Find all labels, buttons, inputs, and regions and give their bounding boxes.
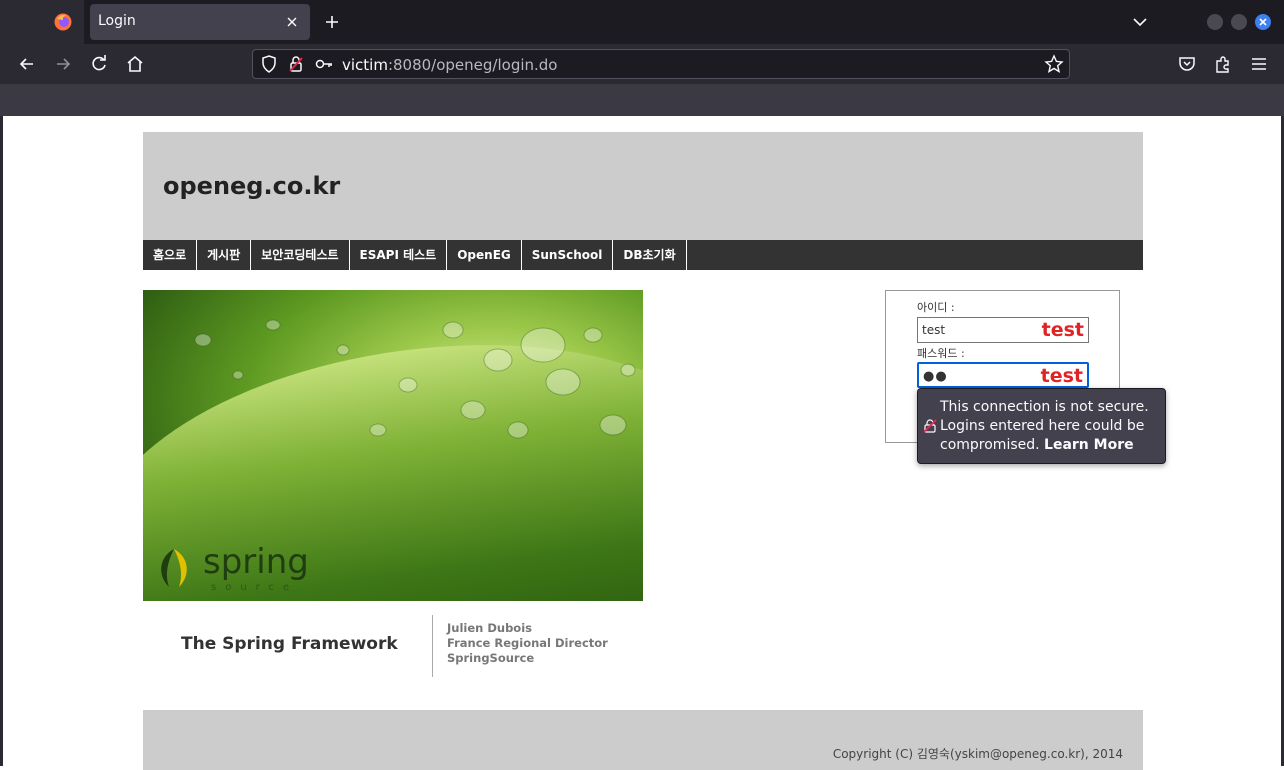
author-info: Julien Dubois France Regional Director S…: [447, 621, 608, 666]
learn-more-link[interactable]: Learn More: [1044, 437, 1134, 453]
framework-title: The Spring Framework: [181, 634, 398, 654]
window-close-button[interactable]: [1255, 14, 1271, 30]
url-host: victim: [342, 56, 388, 74]
menu-icon[interactable]: [1249, 54, 1269, 74]
plus-icon[interactable]: [322, 12, 342, 32]
nav-bar: victim:8080/openeg/login.do: [0, 44, 1284, 116]
spring-logo-word: spring: [203, 542, 309, 582]
spring-banner-image: spring source: [143, 290, 643, 601]
url-text[interactable]: victim:8080/openeg/login.do: [342, 56, 557, 74]
key-icon[interactable]: [314, 54, 334, 74]
author-name: Julien Dubois: [447, 621, 532, 635]
menu-item-db-reset[interactable]: DB초기화: [613, 240, 687, 270]
source-logo-word: source: [211, 582, 299, 593]
id-input-value: test: [922, 323, 946, 337]
toolbar-spacer: [0, 84, 1284, 116]
close-icon[interactable]: [284, 14, 300, 30]
star-icon[interactable]: [1044, 54, 1064, 74]
banner-caption: The Spring Framework Julien Dubois Franc…: [143, 601, 643, 681]
close-icon: [1259, 18, 1267, 26]
password-input[interactable]: ●● test: [917, 362, 1089, 388]
site-menu: 홈으로 게시판 보안코딩테스트 ESAPI 테스트 OpenEG SunScho…: [143, 240, 1143, 270]
web-page: openeg.co.kr 홈으로 게시판 보안코딩테스트 ESAPI 테스트 O…: [3, 116, 1281, 770]
chevron-down-icon[interactable]: [1131, 13, 1149, 31]
menu-item-esapi-test[interactable]: ESAPI 테스트: [350, 240, 448, 270]
password-label: 패스워드 :: [917, 347, 965, 360]
copyright-text: Copyright (C) 김영숙(yskim@openeg.co.kr), 2…: [832, 747, 1123, 761]
insecure-lock-icon: [923, 419, 937, 433]
maximize-button[interactable]: [1231, 14, 1247, 30]
shield-icon[interactable]: [259, 54, 279, 74]
caption-divider: [432, 615, 433, 677]
menu-item-openeg[interactable]: OpenEG: [447, 240, 522, 270]
author-role: France Regional Director: [447, 636, 608, 650]
password-autofill-mark: test: [1040, 365, 1083, 387]
firefox-icon[interactable]: [54, 13, 72, 31]
warning-text: This connection is not secure. Logins en…: [940, 398, 1162, 455]
menu-item-board[interactable]: 게시판: [197, 240, 252, 270]
reload-icon[interactable]: [89, 54, 109, 74]
tab-login[interactable]: Login: [90, 4, 310, 40]
insecure-lock-icon[interactable]: [286, 54, 306, 74]
url-bar[interactable]: victim:8080/openeg/login.do: [252, 49, 1070, 79]
minimize-button[interactable]: [1207, 14, 1223, 30]
menu-item-sunschool[interactable]: SunSchool: [522, 240, 614, 270]
id-input[interactable]: test test: [917, 317, 1089, 343]
tab-title: Login: [98, 13, 136, 29]
spring-leaf-icon: [161, 549, 187, 587]
insecure-login-warning: This connection is not secure. Logins en…: [917, 388, 1166, 464]
url-path: :8080/openeg/login.do: [387, 56, 558, 74]
pocket-icon[interactable]: [1177, 54, 1197, 74]
menu-item-home[interactable]: 홈으로: [143, 240, 198, 270]
site-header: openeg.co.kr: [143, 132, 1143, 240]
site-title: openeg.co.kr: [163, 172, 341, 200]
extensions-icon[interactable]: [1213, 54, 1233, 74]
tab-bar: Login: [0, 0, 1284, 44]
home-icon[interactable]: [125, 54, 145, 74]
springsource-logo: spring source: [151, 542, 321, 598]
site-footer: Copyright (C) 김영숙(yskim@openeg.co.kr), 2…: [143, 710, 1143, 770]
author-company: SpringSource: [447, 651, 535, 665]
back-icon[interactable]: [17, 54, 37, 74]
menu-item-secure-coding-test[interactable]: 보안코딩테스트: [251, 240, 350, 270]
id-label: 아이디 :: [917, 301, 955, 314]
password-input-value: ●●: [923, 369, 948, 384]
id-autofill-mark: test: [1041, 319, 1084, 341]
forward-icon[interactable]: [53, 54, 73, 74]
